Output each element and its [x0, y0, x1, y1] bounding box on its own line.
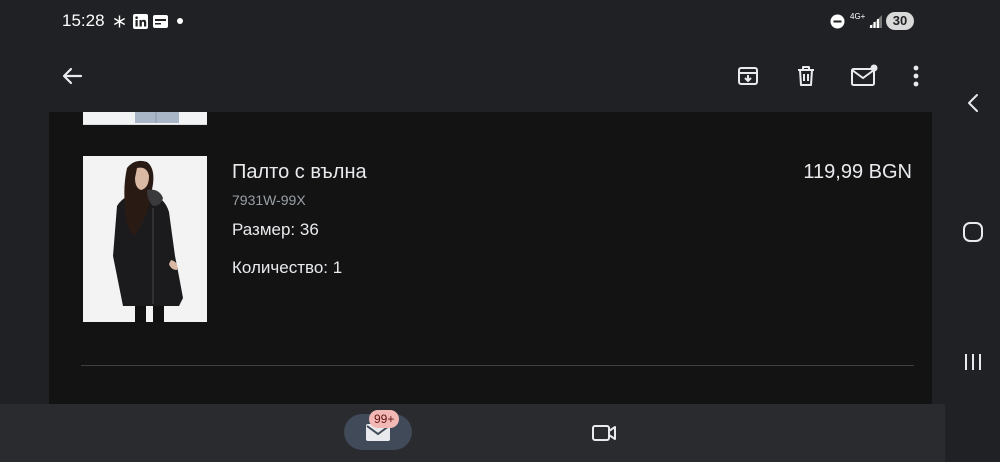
mail-badge: 99+ [369, 410, 400, 428]
more-options-button[interactable] [898, 58, 934, 94]
previous-product-image[interactable] [83, 112, 207, 125]
divider [81, 365, 914, 366]
product-price: 119,99 BGN [803, 161, 912, 183]
status-bar: 15:28 4G+ 30 [0, 0, 945, 42]
product-size: Размер: 36 [232, 220, 319, 239]
home-icon [963, 222, 983, 242]
system-home-button[interactable] [953, 212, 993, 252]
meet-tab[interactable] [586, 418, 622, 448]
delete-button[interactable] [788, 58, 824, 94]
snowflake-icon [112, 12, 126, 30]
product-image[interactable] [83, 156, 207, 322]
back-chevron-icon [968, 94, 978, 112]
system-navigation-bar [945, 0, 1000, 462]
bottom-navigation: 99+ [0, 404, 945, 462]
product-title[interactable]: Палто с вълна [232, 161, 367, 184]
email-toolbar [0, 42, 945, 112]
battery-level: 30 [886, 12, 914, 30]
archive-icon [738, 67, 758, 85]
video-icon [592, 425, 616, 441]
status-time: 15:28 [62, 11, 105, 30]
product-quantity: Количество: 1 [232, 258, 343, 277]
linkedin-icon [132, 12, 148, 30]
order-item-card: Палто с вълна 119,99 BGN 7931W-99X Разме… [49, 112, 932, 404]
wallet-icon [152, 12, 168, 30]
dot-icon [176, 12, 184, 30]
back-button[interactable] [54, 58, 90, 94]
network-type: 4G+ [850, 12, 866, 21]
delete-icon [798, 66, 814, 86]
do-not-disturb-icon [829, 12, 845, 30]
signal-icon [868, 12, 882, 30]
mark-unread-button[interactable] [846, 58, 882, 94]
system-recents-button[interactable] [953, 342, 993, 382]
system-back-button[interactable] [953, 83, 993, 123]
mark-unread-icon [851, 64, 878, 86]
recents-icon [965, 354, 981, 370]
product-sku: 7931W-99X [232, 192, 306, 208]
back-arrow-icon [62, 67, 83, 85]
archive-button[interactable] [730, 58, 766, 94]
more-vert-icon [913, 65, 919, 87]
